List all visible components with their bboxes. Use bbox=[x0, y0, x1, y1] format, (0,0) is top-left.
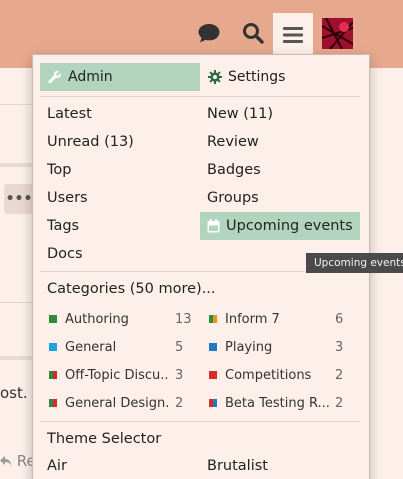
hamburger-menu-icon[interactable] bbox=[273, 13, 313, 56]
category-count: 3 bbox=[175, 367, 184, 383]
category-color-swatch bbox=[209, 371, 217, 379]
divider bbox=[40, 421, 360, 422]
category-count: 5 bbox=[175, 339, 184, 355]
category-color-swatch bbox=[49, 315, 57, 323]
theme-option-air[interactable]: Air bbox=[40, 452, 74, 479]
category-name: Beta Testing R... bbox=[225, 395, 329, 411]
category-name: General bbox=[65, 339, 117, 355]
category-count: 2 bbox=[335, 367, 344, 383]
tab-settings-label: Settings bbox=[228, 69, 286, 85]
category-count: 13 bbox=[175, 311, 192, 327]
theme-selector-heading: Theme Selector bbox=[47, 431, 162, 447]
divider bbox=[0, 356, 34, 360]
category-item[interactable]: General Design... 2 bbox=[33, 389, 183, 417]
category-name: Playing bbox=[225, 339, 273, 355]
tab-admin-label: Admin bbox=[68, 69, 113, 85]
category-name: Authoring bbox=[65, 311, 129, 327]
reply-button[interactable]: Re bbox=[0, 452, 36, 470]
tab-admin[interactable]: Admin bbox=[40, 63, 200, 91]
menu-link-unread[interactable]: Unread (13) bbox=[40, 128, 141, 156]
category-item[interactable]: Competitions 2 bbox=[193, 361, 343, 389]
category-color-swatch bbox=[49, 399, 57, 407]
category-count: 3 bbox=[335, 339, 344, 355]
theme-option-brutalist[interactable]: Brutalist bbox=[200, 452, 275, 479]
reply-icon bbox=[0, 456, 12, 466]
category-color-swatch bbox=[209, 399, 217, 407]
category-item[interactable]: General 5 bbox=[33, 333, 183, 361]
wrench-icon bbox=[48, 70, 62, 84]
category-count: 2 bbox=[335, 395, 344, 411]
calendar-icon bbox=[207, 219, 220, 233]
category-item[interactable]: Playing 3 bbox=[193, 333, 343, 361]
tab-settings[interactable]: Settings bbox=[200, 63, 360, 91]
menu-link-top[interactable]: Top bbox=[40, 156, 78, 184]
user-avatar[interactable] bbox=[322, 18, 353, 49]
category-color-swatch bbox=[209, 315, 217, 323]
category-color-swatch bbox=[49, 343, 57, 351]
divider bbox=[40, 96, 360, 97]
menu-link-review[interactable]: Review bbox=[200, 128, 266, 156]
category-item[interactable]: Off-Topic Discu... 3 bbox=[33, 361, 183, 389]
menu-link-badges[interactable]: Badges bbox=[200, 156, 268, 184]
categories-heading[interactable]: Categories (50 more)... bbox=[40, 276, 223, 302]
tooltip: Upcoming events bbox=[306, 253, 403, 273]
menu-link-upcoming-events[interactable]: Upcoming events bbox=[200, 212, 360, 240]
menu-link-tags[interactable]: Tags bbox=[40, 212, 86, 240]
chat-icon[interactable] bbox=[189, 13, 229, 53]
category-item[interactable]: Beta Testing R... 2 bbox=[193, 389, 343, 417]
category-name: Off-Topic Discu... bbox=[65, 367, 169, 383]
search-icon[interactable] bbox=[233, 13, 273, 53]
category-count: 2 bbox=[175, 395, 184, 411]
menu-link-upcoming-events-label: Upcoming events bbox=[226, 218, 353, 234]
category-item[interactable]: Inform 7 6 bbox=[193, 305, 343, 333]
menu-link-docs[interactable]: Docs bbox=[40, 240, 90, 268]
menu-link-groups[interactable]: Groups bbox=[200, 184, 266, 212]
category-item[interactable]: Authoring 13 bbox=[33, 305, 192, 333]
divider bbox=[0, 163, 34, 167]
category-color-swatch bbox=[49, 371, 57, 379]
post-text-fragment: ost. bbox=[0, 384, 28, 402]
category-name: General Design... bbox=[65, 395, 169, 411]
category-color-swatch bbox=[209, 343, 217, 351]
category-count: 6 bbox=[335, 311, 344, 327]
menu-link-latest[interactable]: Latest bbox=[40, 100, 99, 128]
category-name: Inform 7 bbox=[225, 311, 280, 327]
gear-icon bbox=[208, 70, 222, 84]
more-options-button[interactable]: ••• bbox=[4, 184, 34, 214]
category-name: Competitions bbox=[225, 367, 312, 383]
menu-link-users[interactable]: Users bbox=[40, 184, 95, 212]
menu-link-new[interactable]: New (11) bbox=[200, 100, 280, 128]
